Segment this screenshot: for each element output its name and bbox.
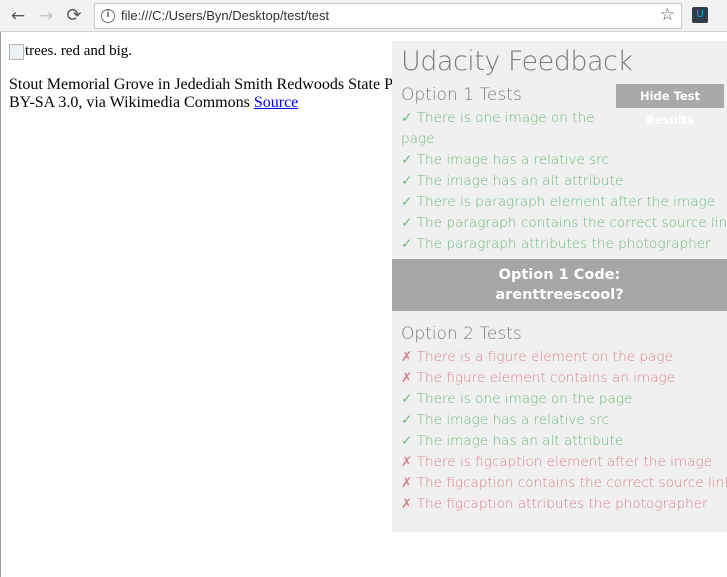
check-icon: ✓ [401,194,413,210]
test-text: The image has a relative src [416,152,609,168]
test-text: There is one image on the page [416,391,633,407]
forward-arrow-icon[interactable]: → [34,4,58,28]
option1-test-list: ✓ There is one image on the page ✓ The i… [401,108,727,255]
bookmark-star-icon[interactable]: ☆ [660,5,675,25]
image-alt-text: trees. red and big. [25,43,133,59]
option1-code-block: Option 1 Code: arenttreescool? [392,259,727,311]
test-item: ✓ The paragraph attributes the photograp… [401,234,727,255]
address-url[interactable]: file:///C:/Users/Byn/Desktop/test/test [121,8,329,23]
test-text: The paragraph contains the correct sourc… [416,215,727,231]
test-item: ✗ The figcaption attributes the photogra… [401,494,727,515]
test-text: The image has an alt attribute [416,173,624,189]
cross-icon: ✗ [401,370,413,386]
cross-icon: ✗ [401,496,413,512]
check-icon: ✓ [401,412,413,428]
test-item: ✗ There is a figure element on the page [401,347,727,368]
option2-test-list: ✗ There is a figure element on the page … [401,347,727,515]
feedback-title: Udacity Feedback [401,46,633,77]
reload-icon[interactable]: ⟳ [62,4,86,28]
test-text: The paragraph attributes the photographe… [416,236,711,252]
test-text: The image has a relative src [416,412,609,428]
test-item: ✓ The image has a relative src [401,410,727,431]
test-text: There is paragraph element after the ima… [416,194,716,210]
test-text: The figcaption contains the correct sour… [416,475,727,491]
test-text: The image has an alt attribute [416,433,624,449]
test-item: ✗ There is figcaption element after the … [401,452,727,473]
code-value: arenttreescool? [495,287,624,303]
cross-icon: ✗ [401,475,413,491]
check-icon: ✓ [401,173,413,189]
udacity-extension-icon[interactable]: U [692,7,708,23]
test-item: ✓ The image has a relative src [401,150,727,171]
udacity-feedback-panel: Udacity Feedback Option 1 Tests Hide Tes… [392,41,727,532]
code-label: Option 1 Code: [498,267,621,283]
test-item: ✓ There is one image on the page [401,389,727,410]
test-item: ✓ There is paragraph element after the i… [401,192,727,213]
option2-title: Option 2 Tests [401,324,522,344]
cross-icon: ✗ [401,454,413,470]
check-icon: ✓ [401,433,413,449]
test-text: There is a figure element on the page [416,349,673,365]
check-icon: ✓ [401,391,413,407]
check-icon: ✓ [401,215,413,231]
check-icon: ✓ [401,236,413,252]
test-item: ✓ The paragraph contains the correct sou… [401,213,727,234]
hide-test-results-button[interactable]: Hide Test Results [616,84,724,127]
test-item: ✗ The figure element contains an image [401,368,727,389]
test-item: ✓ The image has an alt attribute [401,431,727,452]
broken-image: trees. red and big. [9,42,132,60]
browser-toolbar: ← → ⟳ i file:///C:/Users/Byn/Desktop/tes… [0,0,727,32]
test-item: ✗ The figcaption contains the correct so… [401,473,727,494]
back-arrow-icon[interactable]: ← [6,4,30,28]
check-icon: ✓ [401,152,413,168]
option1-title: Option 1 Tests [401,85,522,105]
test-item: ✓ The image has an alt attribute [401,171,727,192]
page-border [0,32,1,577]
address-bar[interactable]: i file:///C:/Users/Byn/Desktop/test/test… [94,3,682,29]
source-link[interactable]: Source [254,94,298,111]
test-text: There is one image on the page [401,110,595,147]
check-icon: ✓ [401,110,413,126]
test-text: There is figcaption element after the im… [416,454,713,470]
test-text: The figcaption attributes the photograph… [416,496,708,512]
test-item: ✓ There is one image on the page [401,108,601,150]
info-icon[interactable]: i [101,9,115,23]
cross-icon: ✗ [401,349,413,365]
test-text: The figure element contains an image [416,370,676,386]
